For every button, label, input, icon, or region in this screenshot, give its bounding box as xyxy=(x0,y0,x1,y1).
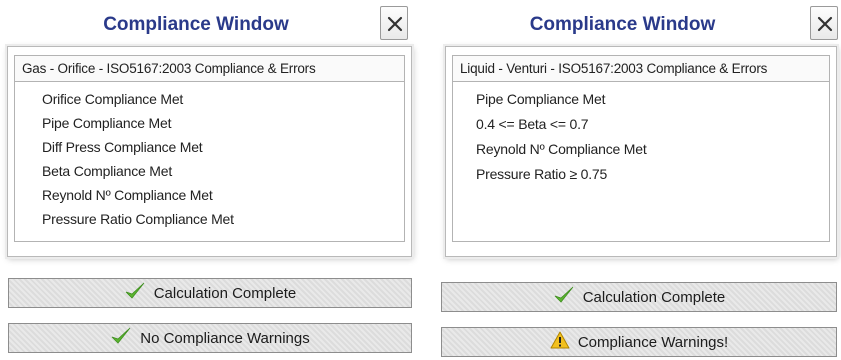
calculation-status-bar: Calculation Complete xyxy=(8,278,412,308)
compliance-window-left: Compliance Window Gas - Orifice - ISO516… xyxy=(0,0,420,360)
close-button[interactable] xyxy=(810,6,838,40)
compliance-status-text: Compliance Warnings! xyxy=(577,333,729,351)
close-icon xyxy=(817,16,833,32)
window-title: Compliance Window xyxy=(529,14,716,35)
list-item[interactable]: Orifice Compliance Met xyxy=(15,87,404,111)
compliance-status-text: No Compliance Warnings xyxy=(140,329,310,347)
list-item[interactable]: Pipe Compliance Met xyxy=(453,87,829,112)
list-item[interactable]: Reynold Nº Compliance Met xyxy=(453,137,829,162)
warning-icon xyxy=(550,331,570,353)
checkmark-icon xyxy=(124,281,146,305)
list-item[interactable]: 0.4 <= Beta <= 0.7 xyxy=(453,112,829,137)
compliance-status-bar: Compliance Warnings! xyxy=(441,327,837,357)
list-header: Gas - Orifice - ISO5167:2003 Compliance … xyxy=(14,55,405,82)
list-item[interactable]: Diff Press Compliance Met xyxy=(15,135,404,159)
close-icon xyxy=(387,16,403,32)
checkmark-icon xyxy=(553,285,575,309)
checkmark-icon xyxy=(110,326,132,350)
window-title: Compliance Window xyxy=(103,14,289,35)
list-item[interactable]: Beta Compliance Met xyxy=(15,159,404,183)
list-item[interactable]: Pipe Compliance Met xyxy=(15,111,404,135)
list-item[interactable]: Pressure Ratio ≥ 0.75 xyxy=(453,162,829,187)
calculation-status-bar: Calculation Complete xyxy=(441,282,837,312)
calculation-status-text: Calculation Complete xyxy=(582,288,726,306)
compliance-status-bar: No Compliance Warnings xyxy=(8,323,412,353)
calculation-status-text: Calculation Complete xyxy=(153,284,297,302)
compliance-list-frame: Liquid - Venturi - ISO5167:2003 Complian… xyxy=(445,46,837,257)
list-header: Liquid - Venturi - ISO5167:2003 Complian… xyxy=(452,55,830,82)
list-item[interactable]: Pressure Ratio Compliance Met xyxy=(15,207,404,231)
compliance-list[interactable]: Orifice Compliance Met Pipe Compliance M… xyxy=(14,82,405,242)
compliance-list-frame: Gas - Orifice - ISO5167:2003 Compliance … xyxy=(7,46,412,257)
compliance-window-right: Compliance Window Liquid - Venturi - ISO… xyxy=(434,0,841,360)
list-item[interactable]: Reynold Nº Compliance Met xyxy=(15,183,404,207)
close-button[interactable] xyxy=(380,6,408,40)
compliance-list[interactable]: Pipe Compliance Met 0.4 <= Beta <= 0.7 R… xyxy=(452,82,830,242)
